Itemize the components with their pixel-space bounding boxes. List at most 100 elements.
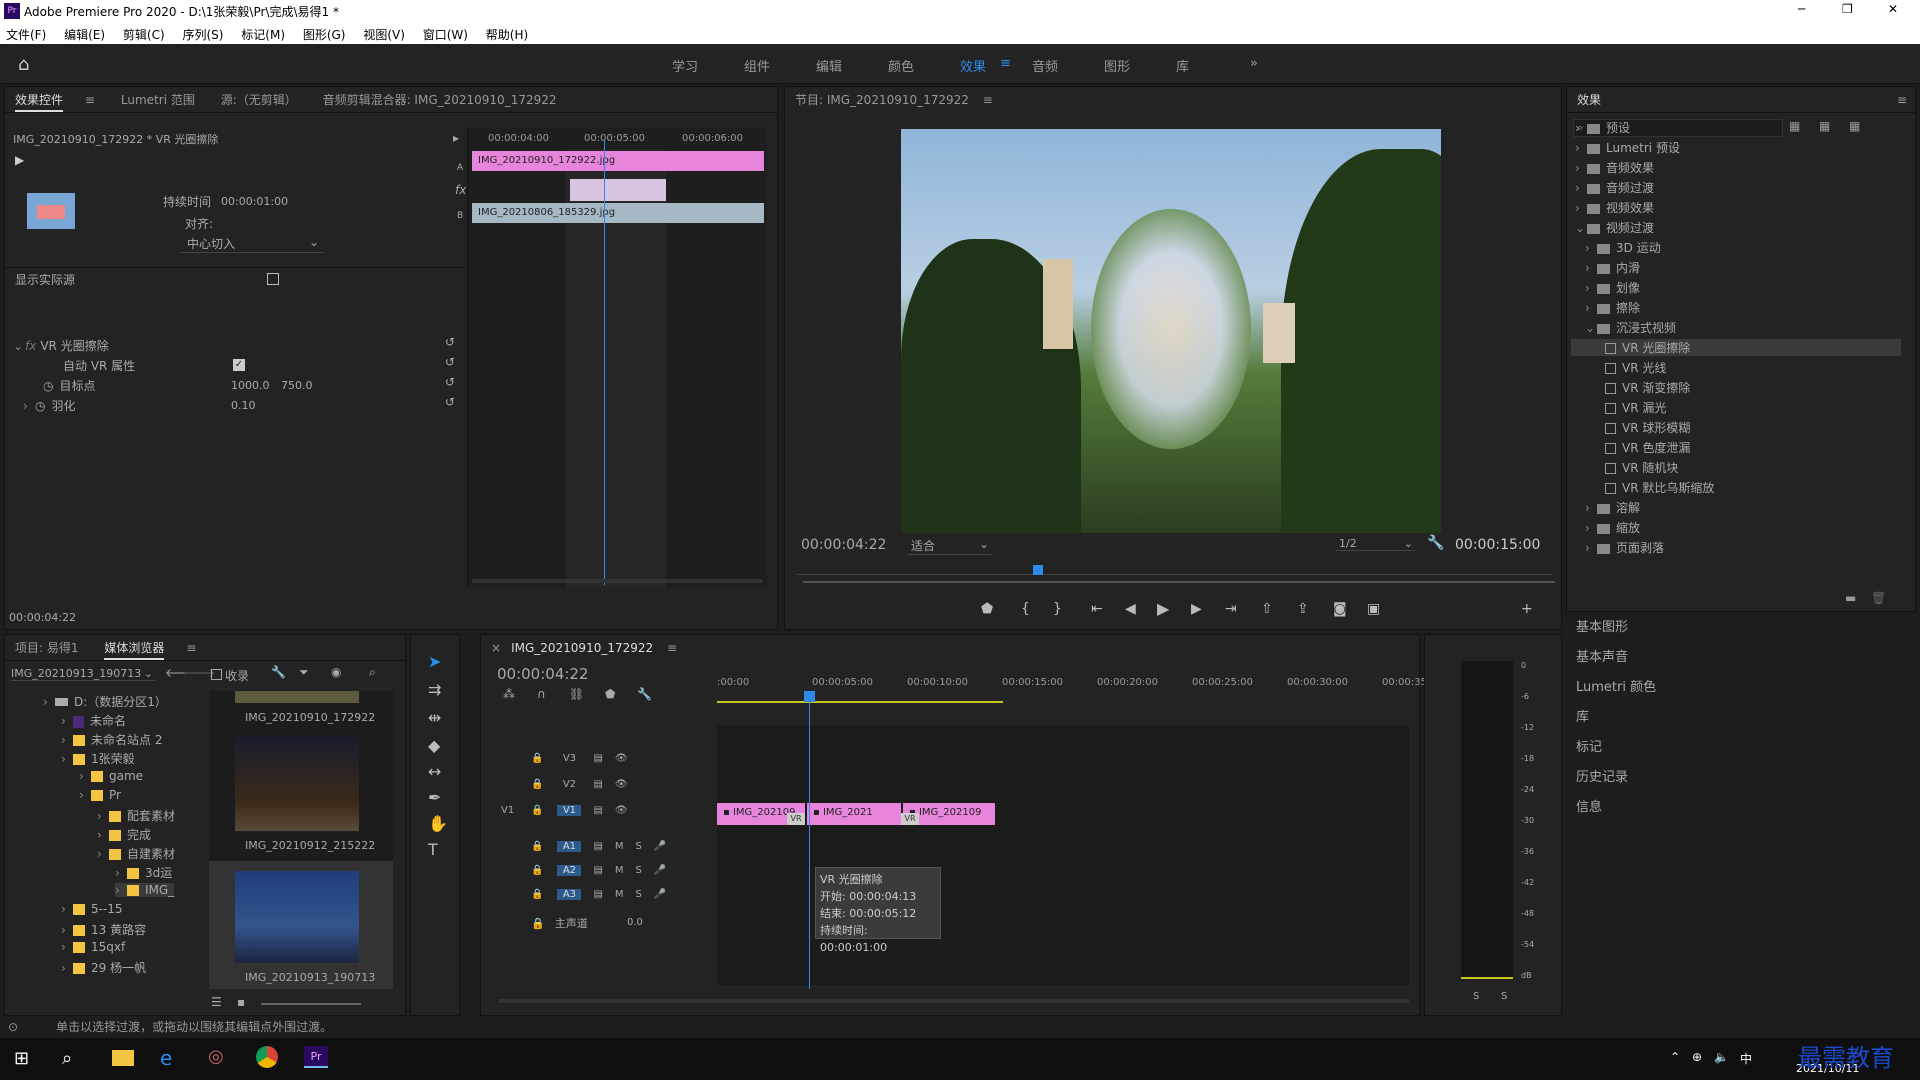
search-icon[interactable]: ⌕	[369, 665, 376, 680]
extract-icon[interactable]: ⇪	[1297, 601, 1309, 617]
mic-icon[interactable]: 🎤	[654, 889, 666, 900]
vr-transition-item[interactable]: VR 漏光	[1605, 399, 1666, 416]
new-bin-icon[interactable]: ▬	[1845, 591, 1856, 605]
trash-icon[interactable]: 🗑	[1871, 591, 1886, 605]
effects-tree-item[interactable]: › Lumetri 预设	[1575, 139, 1680, 156]
vr-transition-item[interactable]: VR 默比乌斯缩放	[1605, 479, 1714, 496]
type-tool-icon[interactable]: T	[428, 840, 438, 859]
reset-auto-vr-icon[interactable]: ↺	[445, 355, 455, 369]
menu-graphics[interactable]: 图形(G)	[303, 28, 346, 42]
toggle-sync-icon[interactable]: ▤	[593, 779, 602, 790]
hand-tool-icon[interactable]: ✋	[428, 814, 448, 833]
thumbnail-1-image[interactable]	[235, 691, 359, 703]
snap-icon[interactable]: ∩	[537, 687, 546, 701]
effects-tree-item[interactable]: › 擦除	[1585, 299, 1640, 316]
project-tree-item[interactable]: › 1张荣毅	[61, 750, 135, 767]
project-tree-item[interactable]: › 未命名站点 2	[61, 731, 162, 748]
resolution-dropdown[interactable]: 1/2 ⌄	[1335, 537, 1415, 551]
effects-tree-item[interactable]: › 划像	[1585, 279, 1640, 296]
workspace-assembly[interactable]: 组件	[744, 56, 770, 75]
close-button[interactable]: ✕	[1888, 2, 1898, 16]
solo-left-button[interactable]: S	[1473, 991, 1479, 1002]
caret-right-icon[interactable]: ›	[23, 399, 35, 413]
step-forward-icon[interactable]: ▶	[1191, 601, 1202, 617]
panel-menu-icon[interactable]: ≡	[1897, 87, 1907, 113]
windows-start-icon[interactable]: ⊞	[14, 1048, 29, 1069]
track-name[interactable]: V2	[557, 779, 581, 790]
project-tree-item[interactable]: › 未命名	[61, 712, 126, 729]
workspace-graphics[interactable]: 图形	[1104, 56, 1130, 75]
tab-menu-icon[interactable]: ≡	[85, 93, 95, 107]
workspace-more-icon[interactable]: »	[1250, 56, 1258, 71]
fit-dropdown[interactable]: 适合 ⌄	[907, 537, 991, 555]
tray-arrow-icon[interactable]: ⌃	[1670, 1050, 1680, 1064]
eye-icon[interactable]: 👁	[615, 805, 628, 816]
list-view-icon[interactable]: ☰	[211, 995, 222, 1009]
collapsed-panel-1[interactable]: 基本声音	[1576, 646, 1628, 665]
lock-icon[interactable]: 🔒	[531, 917, 545, 930]
collapsed-panel-3[interactable]: 库	[1576, 706, 1589, 725]
panel-menu-icon[interactable]: ≡	[983, 93, 993, 107]
mini-scrollbar[interactable]	[472, 579, 762, 583]
mic-icon[interactable]: 🎤	[654, 841, 666, 852]
menu-sequence[interactable]: 序列(S)	[182, 28, 223, 42]
network-icon[interactable]: ⊕	[1692, 1050, 1702, 1064]
lock-icon[interactable]: 🔒	[531, 841, 543, 852]
go-to-out-icon[interactable]: ⇥	[1225, 601, 1237, 617]
mute-button[interactable]: M	[615, 865, 624, 876]
program-timecode[interactable]: 00:00:04:22	[801, 537, 886, 553]
program-zoom-bar[interactable]	[803, 581, 1555, 583]
tab-lumetri-scopes[interactable]: Lumetri 范围	[121, 93, 195, 107]
timeline-clip-2[interactable]: ▪ IMG_2021	[807, 803, 901, 825]
menu-view[interactable]: 视图(V)	[363, 28, 405, 42]
solo-right-button[interactable]: S	[1501, 991, 1507, 1002]
view-icon[interactable]: ◉	[331, 665, 341, 679]
track-name[interactable]: A3	[557, 889, 582, 900]
workspace-editing[interactable]: 编辑	[816, 56, 842, 75]
vr-transition-item[interactable]: VR 球形模糊	[1605, 419, 1690, 436]
effects-tree-item[interactable]: › 页面剥落	[1585, 539, 1664, 556]
timeline-timecode[interactable]: 00:00:04:22	[497, 665, 589, 683]
pen-tool-icon[interactable]: ✒	[428, 788, 441, 807]
toggle-sync-icon[interactable]: ▤	[593, 805, 602, 816]
mute-button[interactable]: M	[615, 889, 624, 900]
lock-icon[interactable]: 🔒	[531, 865, 543, 876]
add-marker-icon[interactable]: ⬟	[605, 687, 615, 701]
eye-icon[interactable]: 👁	[615, 779, 628, 790]
vr-transition-item[interactable]: VR 光圈擦除	[1571, 339, 1901, 356]
menu-window[interactable]: 窗口(W)	[423, 28, 468, 42]
menu-file[interactable]: 文件(F)	[6, 28, 46, 42]
mute-button[interactable]: M	[615, 841, 624, 852]
collapsed-panel-6[interactable]: 信息	[1576, 796, 1602, 815]
expand-icon[interactable]: ▸	[453, 131, 459, 145]
project-tree-item[interactable]: › 15qxf	[61, 940, 125, 954]
lock-icon[interactable]: 🔒	[531, 753, 543, 764]
mark-in-icon[interactable]: {	[1021, 601, 1030, 617]
toggle-sync-icon[interactable]: ▤	[593, 753, 602, 764]
search-icon[interactable]: ⌕	[62, 1048, 72, 1069]
collapsed-panel-4[interactable]: 标记	[1576, 736, 1602, 755]
feather-value[interactable]: 0.10	[231, 399, 256, 412]
vr-transition-item[interactable]: VR 色度泄漏	[1605, 439, 1690, 456]
effects-tree-item[interactable]: › 3D 运动	[1585, 239, 1661, 256]
track-name[interactable]: A1	[557, 841, 582, 852]
linked-selection-icon[interactable]: ⛓	[569, 687, 584, 701]
tab-audio-mixer[interactable]: 音频剪辑混合器: IMG_20210910_172922	[323, 93, 557, 107]
workspace-libraries[interactable]: 库	[1176, 56, 1189, 75]
chrome-icon[interactable]	[256, 1046, 278, 1068]
workspace-menu-icon[interactable]: ≡	[1000, 56, 1011, 71]
effect-row[interactable]: ⌄ fx VR 光圈擦除	[13, 337, 109, 354]
edge-icon[interactable]: e	[160, 1046, 172, 1070]
solo-button[interactable]: S	[636, 889, 642, 900]
add-button-icon[interactable]: +	[1521, 601, 1533, 617]
thumbnail-zoom-slider[interactable]	[261, 1003, 361, 1005]
vr-transition-item[interactable]: VR 渐变擦除	[1605, 379, 1690, 396]
show-source-checkbox[interactable]	[267, 273, 279, 285]
master-volume[interactable]: 0.0	[627, 917, 643, 928]
track-name[interactable]: V3	[557, 753, 581, 764]
target-y[interactable]: 750.0	[281, 379, 313, 392]
collapsed-panel-5[interactable]: 历史记录	[1576, 766, 1628, 785]
close-tab-icon[interactable]: ×	[491, 641, 501, 655]
reset-feather-icon[interactable]: ↺	[445, 395, 455, 409]
project-tree-item[interactable]: › 29 杨一帆	[61, 959, 146, 976]
